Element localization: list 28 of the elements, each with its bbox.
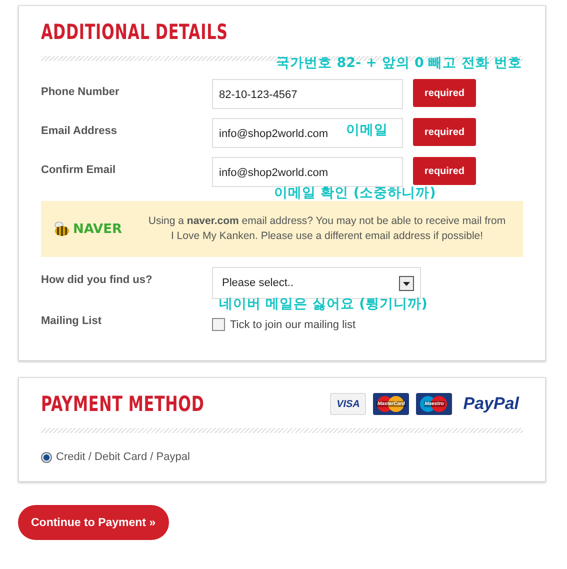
field-label: Confirm Email bbox=[41, 163, 117, 176]
required-tag: required bbox=[413, 157, 476, 185]
field-label: Email Address bbox=[41, 124, 118, 137]
visa-logo: VISA bbox=[330, 393, 366, 415]
field-label: How did you find us? bbox=[41, 273, 154, 286]
annotation-text: 네이버 메일은 싫어요 (튕기니까) bbox=[219, 297, 428, 311]
annotation-text: 국가번호 82- + 앞의 0 빼고 전화 번호 bbox=[276, 56, 522, 70]
input-field[interactable]: 82-10-123-4567 bbox=[212, 79, 403, 109]
annotation-text: 이메일 확인 (소중하니까) bbox=[274, 186, 436, 200]
paypal-logo: PayPal bbox=[462, 393, 520, 415]
radio-button[interactable] bbox=[41, 452, 52, 462]
section-title: PAYMENT METHOD bbox=[41, 392, 204, 416]
input-field[interactable]: info@shop2world.com bbox=[212, 157, 403, 187]
checkbox[interactable] bbox=[212, 318, 225, 331]
section-title: ADDITIONAL DETAILS bbox=[41, 20, 228, 44]
bee-icon bbox=[53, 221, 71, 237]
radio-label: Credit / Debit Card / Paypal bbox=[56, 451, 190, 463]
continue-button[interactable]: Continue to Payment » bbox=[18, 505, 169, 540]
select-field[interactable]: Please select.. bbox=[212, 267, 421, 299]
dropdown-icon bbox=[399, 276, 414, 290]
field-label: Mailing List bbox=[41, 314, 102, 327]
naver-logo: NAVER bbox=[73, 222, 122, 236]
required-tag: required bbox=[413, 79, 476, 107]
notice-text: Using a naver.com email address? You may not be able to receive mail from I Love My Kanken. Please use a different email address if possible! bbox=[147, 214, 507, 244]
required-tag: required bbox=[413, 118, 476, 146]
checkbox-label: Tick to join our mailing list bbox=[230, 318, 356, 330]
annotation-text: 이메일 bbox=[346, 123, 388, 137]
field-label: Phone Number bbox=[41, 85, 120, 98]
